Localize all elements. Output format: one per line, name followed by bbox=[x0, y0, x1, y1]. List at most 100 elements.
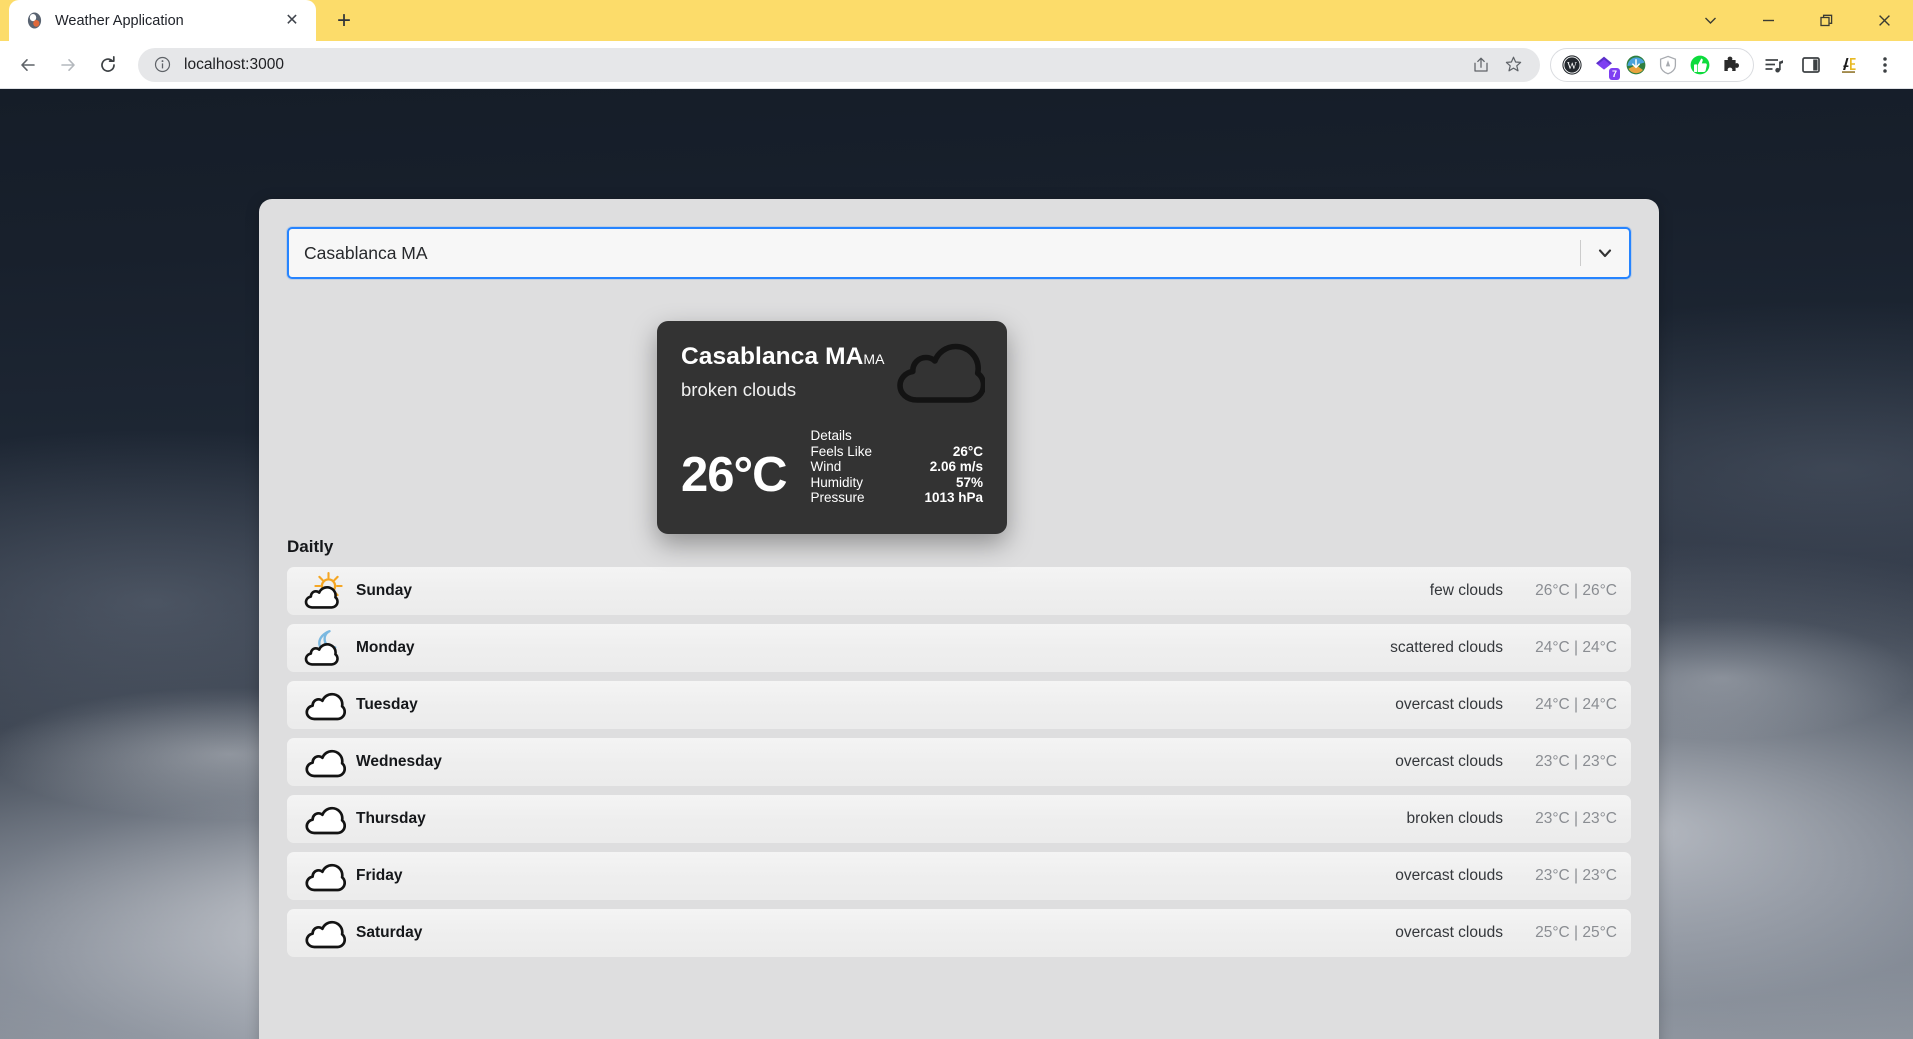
share-icon[interactable] bbox=[1468, 52, 1494, 78]
day-description: overcast clouds bbox=[1395, 696, 1503, 713]
current-description: broken clouds bbox=[681, 379, 797, 401]
detail-label: Feels Like bbox=[810, 443, 873, 459]
detail-value: 1013 hPa bbox=[924, 490, 983, 505]
tab-strip: Weather Application ✕ + bbox=[0, 0, 1913, 41]
detail-row: Wind 2.06 m/s bbox=[810, 459, 983, 475]
browser-tab[interactable]: Weather Application ✕ bbox=[9, 0, 316, 41]
day-temp-range: 23°C | 23°C bbox=[1535, 753, 1617, 770]
detail-value: 57% bbox=[955, 474, 983, 490]
browser-toolbar: localhost:3000 W 7 bbox=[0, 41, 1913, 89]
day-description: overcast clouds bbox=[1395, 924, 1503, 941]
current-temperature: 26°C bbox=[681, 447, 787, 502]
reading-list-icon[interactable] bbox=[1757, 48, 1791, 82]
list-item[interactable]: Sunday few clouds 26°C | 26°C bbox=[287, 567, 1631, 615]
weather-app-container: Casablanca MA Casablanca MAMA broken clo… bbox=[259, 199, 1659, 1039]
cloud-icon bbox=[304, 856, 350, 896]
idm-extension-icon[interactable] bbox=[1620, 49, 1652, 81]
side-panel-icon[interactable] bbox=[1794, 48, 1828, 82]
detail-row: Pressure 1013 hPa bbox=[810, 490, 983, 506]
weather-app-favicon-icon bbox=[25, 11, 44, 30]
cloud-icon bbox=[893, 339, 987, 412]
sun-behind-cloud-icon bbox=[304, 571, 350, 611]
minimize-button[interactable] bbox=[1739, 0, 1797, 41]
address-bar-url: localhost:3000 bbox=[184, 55, 284, 73]
detail-label: Wind bbox=[810, 459, 842, 474]
svg-text:W: W bbox=[1567, 61, 1577, 72]
current-weather-titles: Casablanca MAMA broken clouds bbox=[681, 343, 885, 401]
day-description: broken clouds bbox=[1406, 810, 1503, 827]
day-temp-range: 24°C | 24°C bbox=[1535, 639, 1617, 656]
close-window-button[interactable] bbox=[1855, 0, 1913, 41]
list-item[interactable]: Tuesday overcast clouds 24°C | 24°C bbox=[287, 681, 1631, 729]
cloud-icon bbox=[304, 913, 350, 953]
page-viewport: Casablanca MA Casablanca MAMA broken clo… bbox=[0, 89, 1913, 1039]
current-weather-body: 26°C Details Feels Like 26°C Wind 2.06 m… bbox=[681, 428, 983, 506]
tab-search-button[interactable] bbox=[1681, 0, 1739, 41]
current-weather-card: Casablanca MAMA broken clouds 26°C Detai… bbox=[657, 321, 1007, 534]
detail-value: 2.06 m/s bbox=[929, 459, 983, 474]
moon-behind-cloud-icon bbox=[304, 628, 350, 668]
day-name: Monday bbox=[356, 639, 415, 656]
list-item[interactable]: Friday overcast clouds 23°C | 23°C bbox=[287, 852, 1631, 900]
list-item[interactable]: Monday scattered clouds 24°C | 24°C bbox=[287, 624, 1631, 672]
day-temp-range: 23°C | 23°C bbox=[1535, 867, 1617, 884]
current-city-name: Casablanca MAMA bbox=[681, 343, 885, 371]
tab-title: Weather Application bbox=[55, 12, 184, 29]
ae-extension-icon[interactable] bbox=[1831, 48, 1865, 82]
details-title-row: Details bbox=[810, 428, 983, 444]
day-temp-range: 24°C | 24°C bbox=[1535, 696, 1617, 713]
day-description: overcast clouds bbox=[1395, 753, 1503, 770]
purple-diamond-extension-icon[interactable]: 7 bbox=[1588, 49, 1620, 81]
puzzle-extensions-icon[interactable] bbox=[1716, 49, 1748, 81]
day-name: Saturday bbox=[356, 924, 423, 941]
weather-details-list: Details Feels Like 26°C Wind 2.06 m/s Hu… bbox=[810, 428, 983, 506]
chevron-down-icon[interactable] bbox=[1581, 229, 1629, 277]
details-title: Details bbox=[810, 428, 852, 443]
detail-value: 26°C bbox=[952, 443, 983, 459]
current-weather-area: Casablanca MAMA broken clouds 26°C Detai… bbox=[287, 279, 1631, 534]
country-code-label: MA bbox=[863, 351, 885, 367]
new-tab-button[interactable]: + bbox=[327, 4, 361, 38]
detail-label: Humidity bbox=[810, 474, 863, 490]
reload-button-icon[interactable] bbox=[88, 45, 128, 85]
back-button-icon[interactable] bbox=[8, 45, 48, 85]
info-circle-icon[interactable] bbox=[153, 55, 172, 74]
tab-close-icon[interactable]: ✕ bbox=[279, 8, 305, 34]
address-bar[interactable]: localhost:3000 bbox=[138, 47, 1540, 82]
cloud-icon bbox=[304, 799, 350, 839]
daily-forecast-list: Sunday few clouds 26°C | 26°C Monday sca… bbox=[287, 567, 1631, 957]
list-item[interactable]: Saturday overcast clouds 25°C | 25°C bbox=[287, 909, 1631, 957]
day-temp-range: 25°C | 25°C bbox=[1535, 924, 1617, 941]
extensions-group: W 7 bbox=[1550, 47, 1754, 82]
detail-row: Humidity 57% bbox=[810, 475, 983, 491]
bookmark-star-icon[interactable] bbox=[1500, 52, 1526, 78]
forward-button-icon[interactable] bbox=[48, 45, 88, 85]
chrome-menu-icon[interactable] bbox=[1868, 48, 1902, 82]
city-search-value: Casablanca MA bbox=[304, 242, 428, 263]
daily-section-title: Daitly bbox=[287, 537, 334, 556]
wordpress-extension-icon[interactable]: W bbox=[1556, 49, 1588, 81]
city-search-select[interactable]: Casablanca MA bbox=[287, 227, 1631, 279]
day-description: few clouds bbox=[1429, 582, 1503, 599]
list-item[interactable]: Thursday broken clouds 23°C | 23°C bbox=[287, 795, 1631, 843]
shield-extension-icon[interactable] bbox=[1652, 49, 1684, 81]
day-name: Sunday bbox=[356, 582, 412, 599]
day-description: scattered clouds bbox=[1390, 639, 1503, 656]
extension-badge-count: 7 bbox=[1608, 67, 1620, 80]
list-item[interactable]: Wednesday overcast clouds 23°C | 23°C bbox=[287, 738, 1631, 786]
day-name: Tuesday bbox=[356, 696, 418, 713]
day-temp-range: 26°C | 26°C bbox=[1535, 582, 1617, 599]
maximize-button[interactable] bbox=[1797, 0, 1855, 41]
day-temp-range: 23°C | 23°C bbox=[1535, 810, 1617, 827]
day-description: overcast clouds bbox=[1395, 867, 1503, 884]
thumbs-up-extension-icon[interactable] bbox=[1684, 49, 1716, 81]
detail-row: Feels Like 26°C bbox=[810, 444, 983, 460]
browser-window: Weather Application ✕ + localhost:3000 W… bbox=[0, 0, 1913, 1039]
day-name: Thursday bbox=[356, 810, 426, 827]
window-controls bbox=[1681, 0, 1913, 41]
day-name: Wednesday bbox=[356, 753, 442, 770]
current-weather-header: Casablanca MAMA broken clouds bbox=[681, 343, 987, 412]
day-name: Friday bbox=[356, 867, 403, 884]
cloud-icon bbox=[304, 685, 350, 725]
detail-label: Pressure bbox=[810, 490, 865, 505]
